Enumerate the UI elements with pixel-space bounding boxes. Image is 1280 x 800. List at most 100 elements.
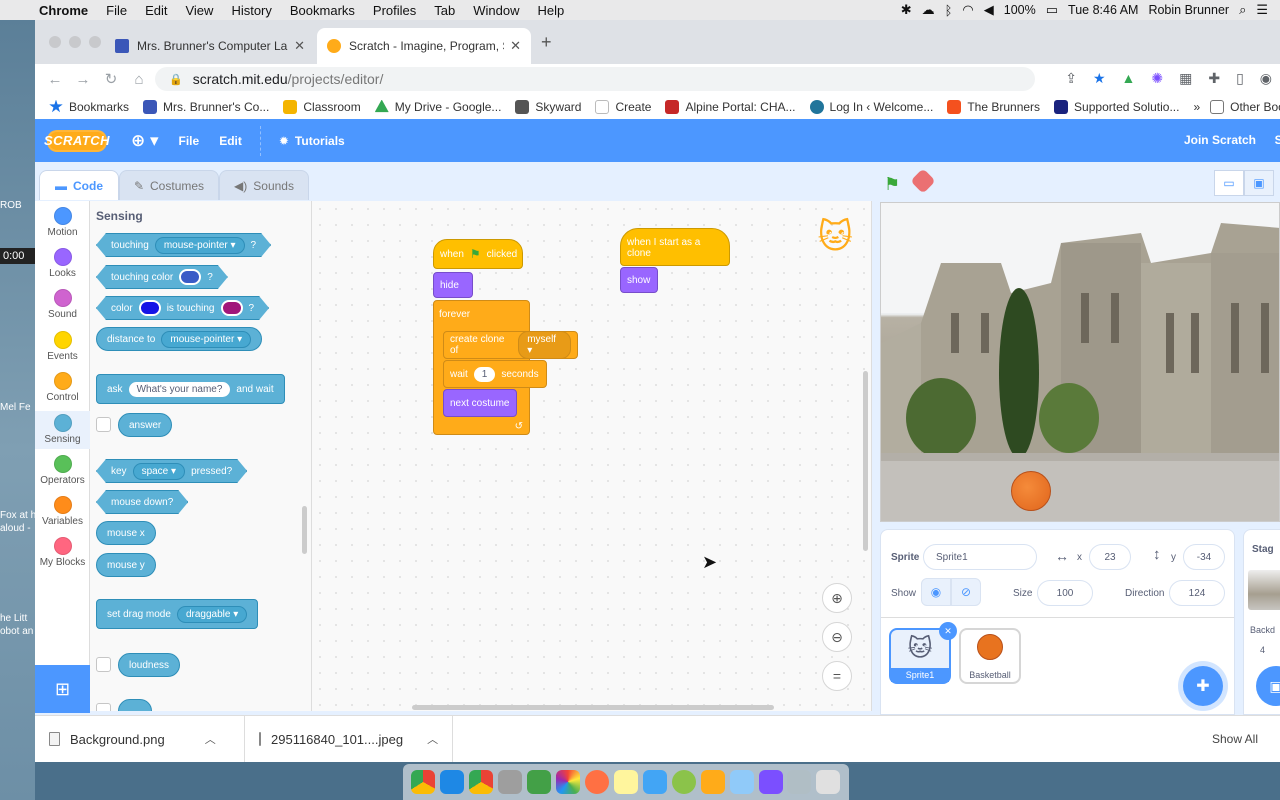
category-operators[interactable]: Operators <box>35 455 90 486</box>
color-swatch[interactable] <box>221 300 243 316</box>
sprite-name-input[interactable]: Sprite1 <box>923 544 1037 570</box>
touching-block[interactable]: touching mouse-pointer ▾? <box>96 233 271 257</box>
zoom-reset-button[interactable]: = <box>822 661 852 691</box>
scratch-logo[interactable]: SCRATCH <box>44 129 110 152</box>
finder-dock-icon[interactable] <box>440 770 465 794</box>
menu-history[interactable]: History <box>222 3 280 18</box>
bluetooth-icon[interactable]: ᛒ <box>945 3 953 18</box>
file-menu[interactable]: File <box>169 134 210 148</box>
small-stage-button[interactable]: ▭ <box>1214 170 1244 196</box>
app-dock-icon[interactable] <box>671 770 696 794</box>
facetime-dock-icon[interactable] <box>527 770 552 794</box>
category-sensing[interactable]: Sensing <box>35 411 90 449</box>
category-motion[interactable]: Motion <box>35 207 90 238</box>
zoom-in-button[interactable]: ⊕ <box>822 583 852 613</box>
forward-icon[interactable]: → <box>69 71 97 88</box>
join-scratch-link[interactable]: Join Scratch <box>1184 133 1256 147</box>
category-events[interactable]: Events <box>35 331 90 362</box>
workspace-horizontal-scrollbar[interactable] <box>412 705 774 710</box>
grid-extension-icon[interactable]: ▦ <box>1179 70 1192 87</box>
bookmark-item[interactable]: Skyward <box>515 99 581 114</box>
cloud-icon[interactable]: ☁ <box>922 2 935 18</box>
sprite-card-sprite1[interactable]: 🐱 Sprite1 ✕ <box>889 622 957 684</box>
close-tab-icon[interactable]: ✕ <box>294 38 305 54</box>
stage-selector[interactable]: Stag Backd 4 ▣ <box>1243 529 1280 715</box>
menu-window[interactable]: Window <box>464 3 528 18</box>
mouse-x-block[interactable]: mouse x <box>96 521 156 545</box>
show-block[interactable]: show <box>620 267 658 293</box>
menu-view[interactable]: View <box>176 3 222 18</box>
drive-extension-icon[interactable]: ▲ <box>1122 70 1136 87</box>
chrome-dock-icon[interactable] <box>469 770 494 794</box>
zoom-window-button[interactable] <box>89 36 101 48</box>
close-window-button[interactable] <box>49 36 61 48</box>
mouse-down-block[interactable]: mouse down? <box>96 490 188 514</box>
back-icon[interactable]: ← <box>41 71 69 88</box>
mouse-pointer-dropdown[interactable]: mouse-pointer ▾ <box>155 237 245 254</box>
bookmark-star-icon[interactable]: ★ <box>1093 70 1106 87</box>
clock[interactable]: Tue 8:46 AM <box>1068 3 1138 17</box>
green-flag-button[interactable]: ⚑ <box>884 174 900 195</box>
bookmark-item[interactable]: Log In ‹ Welcome... <box>809 99 933 114</box>
key-pressed-block[interactable]: key space ▾ pressed? <box>96 459 247 483</box>
x-input[interactable]: 23 <box>1089 544 1131 570</box>
preview-dock-icon[interactable] <box>729 770 754 794</box>
bookmark-item[interactable]: Supported Solutio... <box>1054 99 1179 114</box>
mouse-y-block[interactable]: mouse y <box>96 553 156 577</box>
create-clone-block[interactable]: create clone of myself ▾ <box>443 331 578 359</box>
menu-tab[interactable]: Tab <box>425 3 464 18</box>
color-touching-block[interactable]: color is touching? <box>96 296 269 320</box>
timer-block[interactable] <box>118 699 152 711</box>
profile-avatar[interactable]: ◉ <box>1260 70 1272 87</box>
bookmark-item[interactable]: Bookmarks <box>49 99 129 114</box>
reload-icon[interactable]: ↻ <box>97 70 125 88</box>
share-icon[interactable]: ⇪ <box>1065 70 1077 87</box>
set-drag-mode-block[interactable]: set drag mode draggable ▾ <box>96 599 259 629</box>
address-bar[interactable]: 🔒 scratch.mit.edu /projects/editor/ <box>155 67 1035 91</box>
bookmark-item[interactable]: My Drive - Google... <box>374 99 501 114</box>
volume-icon[interactable]: ◀ <box>984 2 994 18</box>
chevron-up-icon[interactable]: ︿ <box>427 731 438 747</box>
show-all-downloads-button[interactable]: Show All <box>1204 725 1266 753</box>
bookmarks-overflow-button[interactable]: » <box>1193 100 1200 114</box>
stage-canvas[interactable] <box>880 202 1280 522</box>
hide-block[interactable]: hide <box>433 272 473 298</box>
tab-computer-lab[interactable]: Mrs. Brunner's Computer Lab ✕ <box>105 28 315 64</box>
category-control[interactable]: Control <box>35 372 90 403</box>
close-tab-icon[interactable]: ✕ <box>510 38 521 54</box>
lock-icon[interactable]: 🔒 <box>169 73 183 86</box>
menu-file[interactable]: File <box>97 3 136 18</box>
app-dock-icon[interactable] <box>787 770 812 794</box>
answer-block[interactable]: answer <box>118 413 173 437</box>
wifi-icon[interactable]: ◠ <box>962 2 973 18</box>
loudness-block[interactable]: loudness <box>118 653 181 677</box>
size-input[interactable]: 100 <box>1037 580 1093 606</box>
battery-icon[interactable]: ▭ <box>1046 2 1058 18</box>
loudness-checkbox[interactable] <box>96 657 111 672</box>
menu-bookmarks[interactable]: Bookmarks <box>281 3 364 18</box>
trash-dock-icon[interactable] <box>816 770 841 794</box>
tutorials-button[interactable]: ✹ Tutorials <box>269 134 355 148</box>
choose-sprite-button[interactable]: ✚ <box>1183 666 1223 706</box>
mouse-pointer-dropdown[interactable]: mouse-pointer ▾ <box>161 330 252 348</box>
notes-dock-icon[interactable] <box>613 770 638 794</box>
download-item[interactable]: Background.png ︿ <box>35 715 245 762</box>
wait-input[interactable]: 1 <box>473 366 496 382</box>
bookmark-item[interactable]: The Brunners <box>947 99 1040 114</box>
language-globe-icon[interactable]: ⊕ ▾ <box>121 131 169 151</box>
code-workspace[interactable]: when ⚑ clicked hide forever ↺ create clone… <box>312 201 872 711</box>
show-visible-button[interactable]: ◉ <box>921 578 951 606</box>
new-tab-button[interactable]: + <box>541 32 552 53</box>
download-item[interactable]: 295116840_101....jpeg ︿ <box>245 715 453 762</box>
direction-input[interactable]: 124 <box>1169 580 1225 606</box>
key-dropdown[interactable]: space ▾ <box>133 463 186 480</box>
menu-edit[interactable]: Edit <box>136 3 176 18</box>
other-bookmarks[interactable]: Other Bookm <box>1210 99 1280 114</box>
user-name[interactable]: Robin Brunner <box>1148 3 1229 17</box>
when-i-start-as-clone-block[interactable]: when I start as a clone <box>620 228 730 266</box>
stop-button[interactable] <box>910 168 936 194</box>
puzzle-icon[interactable]: ✚ <box>1208 70 1220 87</box>
color-swatch[interactable] <box>179 269 201 285</box>
category-sound[interactable]: Sound <box>35 289 90 320</box>
tab-sounds[interactable]: ◀) Sounds <box>219 170 309 200</box>
